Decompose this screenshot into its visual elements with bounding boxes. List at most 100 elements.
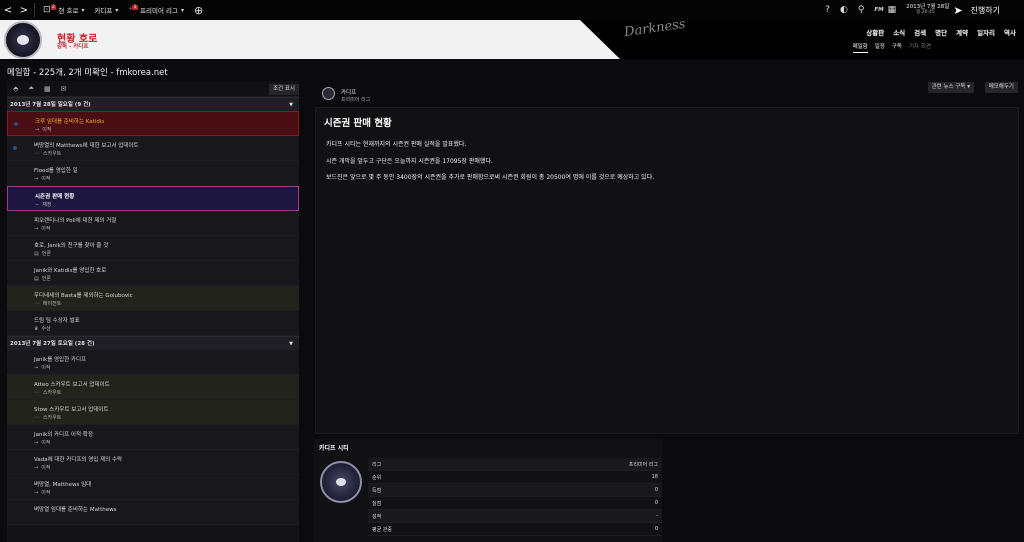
message-item[interactable]: Flood를 영입한 일 → 이적 — [7, 161, 299, 186]
club-info-title[interactable]: 카디프 시티 — [319, 443, 349, 452]
top-bar-right: ? ◐ ⚲ FM ▦ 2013년 7월 28일 일 20:45 ➤ 진행하기 — [825, 0, 1024, 20]
date-group-header[interactable]: 2013년 7월 27일 토요일 (28 건) ▼ — [7, 336, 299, 350]
top-bar: < > ⊡ 2 현 호로 ▾ 카디프 ▾ ⁺ 1 프리미어 리그 ▾ ⊕ ? ◐… — [0, 0, 1024, 20]
message-item[interactable]: 드림 팀 수상자 발표 ♛ 수상 — [7, 311, 299, 336]
date-group-header[interactable]: 2013년 7월 28일 일요일 (9 건) ▼ — [7, 97, 299, 111]
club-stat-row: 성적 - — [368, 510, 662, 523]
tab-inbox[interactable]: 메일함 — [852, 42, 868, 53]
message-item[interactable]: 벼망열 임대를 준비하는 Matthews — [7, 500, 299, 525]
tab-subscriptions[interactable]: 구독 — [892, 42, 902, 53]
collapse-icon[interactable]: ▼ — [289, 337, 293, 351]
message-category: → 이적 — [34, 175, 50, 182]
menu-league[interactable]: ⁺ 1 프리미어 리그 ▾ — [128, 4, 186, 15]
message-subject: 벼망열 임대를 준비하는 Matthews — [34, 507, 117, 513]
category-icon: ◦◦ — [34, 151, 40, 157]
sort-icon[interactable]: ⬘ — [13, 85, 18, 93]
collapse-icon[interactable]: ▼ — [289, 98, 293, 112]
category-icon: ◦◦ — [34, 390, 40, 396]
message-item[interactable]: 우디네세의 Basta를 제외하는 Golubovic ◦◦ 에이전트 — [7, 286, 299, 311]
category-label: 재정 — [42, 202, 52, 208]
message-item[interactable]: Janik를 영입한 카디프 → 이적 — [7, 350, 299, 375]
stat-value: 0 — [654, 526, 658, 532]
message-subject: Janik의 카디프 이적 확정 — [34, 432, 93, 438]
message-subject: Vada에 대한 카디프의 영입 제의 수락 — [34, 457, 123, 463]
article-paragraph: 시즌 개막을 앞두고 구단은 오늘까지 시즌권을 17095장 판매했다. — [326, 158, 493, 165]
club-crest[interactable] — [4, 21, 42, 59]
help-icon[interactable]: ? — [825, 5, 830, 15]
continue-label: 진행하기 — [970, 5, 1000, 15]
chevron-down-icon: ▾ — [180, 6, 184, 14]
message-subject: Janik와 Katidis를 영입한 호로 — [34, 268, 107, 274]
message-item[interactable]: 크루 임대를 준비하는 Katidis → 이적 — [7, 111, 299, 136]
club-info-box: 카디프 시티 리그 프리미어 리그 순위 18 득점 0 실점 0 성적 - 평균 관중 0 — [314, 439, 662, 542]
category-icon: → — [35, 127, 40, 133]
calendar-icon[interactable]: ▦ — [888, 5, 897, 15]
mail-icon[interactable]: ✉ — [61, 85, 67, 93]
message-item[interactable]: 피오렌티나의 Poli에 대한 제의 거절 → 이적 — [7, 211, 299, 236]
unread-indicator-icon — [13, 146, 17, 150]
sub-nav: 메일함 일정 구독 기자 회견 — [846, 42, 931, 53]
message-category: → 이적 — [34, 464, 50, 471]
message-item[interactable]: Stow 스카우트 보고서 업데이트 ◦◦ 스카우트 — [7, 400, 299, 425]
forward-button[interactable]: > — [16, 5, 32, 16]
category-label: 이적 — [42, 127, 52, 133]
chevron-down-icon: ▾ — [967, 84, 970, 90]
inbox-list-panel: ⬘ ⏶ ▦ ✉ 조건 표시 2013년 7월 28일 일요일 (9 건) ▼ 크루 … — [7, 81, 299, 542]
category-icon: → — [34, 365, 39, 371]
category-label: 이적 — [41, 490, 51, 496]
subscribe-news-button[interactable]: 관련 뉴스 구독 ▾ — [927, 82, 974, 93]
message-subject: Atteo 스카우트 보고서 업데이트 — [34, 382, 110, 388]
category-label: 이적 — [41, 465, 51, 471]
language-icon[interactable]: ◐ — [840, 5, 848, 15]
nav-squad[interactable]: 명단 — [935, 27, 947, 37]
message-category: ♛ 수상 — [34, 325, 51, 332]
category-label: 언론 — [41, 276, 51, 282]
category-label: 스카우트 — [42, 390, 62, 396]
game-date: 2013년 7월 28일 일 20:45 — [906, 4, 949, 16]
nav-search[interactable]: 검색 — [914, 27, 926, 37]
back-button[interactable]: < — [0, 5, 16, 16]
message-list: 2013년 7월 28일 일요일 (9 건) ▼ 크루 임대를 준비하는 Katid… — [7, 97, 299, 525]
nav-history[interactable]: 역사 — [1004, 27, 1016, 37]
tab-press-conference[interactable]: 기자 회견 — [909, 42, 931, 53]
category-label: 스카우트 — [42, 415, 62, 421]
show-filter-button[interactable]: 조건 표시 — [269, 84, 299, 95]
category-label: 수상 — [41, 326, 51, 332]
category-label: 이적 — [41, 176, 51, 182]
message-category: → 이적 — [34, 489, 50, 496]
search-icon[interactable]: ⚲ — [858, 5, 865, 15]
stat-label: 성적 — [372, 514, 382, 520]
nav-jobs[interactable]: 일자리 — [977, 27, 995, 37]
message-category: ◦◦ 스카우트 — [34, 389, 61, 396]
message-item[interactable]: Atteo 스카우트 보고서 업데이트 ◦◦ 스카우트 — [7, 375, 299, 400]
take-note-button[interactable]: 메모해두기 — [984, 82, 1018, 93]
category-icon: ∼ — [35, 202, 40, 208]
play-icon: ➤ — [953, 3, 963, 17]
menu-manager-label: 현 호로 — [58, 7, 79, 15]
menu-club[interactable]: 카디프 ▾ — [94, 5, 120, 16]
category-icon: ▤ — [34, 276, 39, 282]
article-title: 시즌권 판매 현황 — [324, 118, 392, 129]
world-button[interactable]: ⊕ — [194, 4, 205, 17]
fm-menu[interactable]: FM — [874, 7, 883, 13]
message-item[interactable]: 시즌권 판매 현황 ∼ 재정 — [7, 186, 299, 211]
nav-news[interactable]: 소식 — [893, 27, 905, 37]
message-item[interactable]: Janik와 Katidis를 영입한 호로 ▤ 언론 — [7, 261, 299, 286]
message-item[interactable]: 호로, Janik의 친구를 찾아 줄 것 ▤ 언론 — [7, 236, 299, 261]
game-time-text: 일 20:45 — [916, 10, 935, 15]
category-label: 이적 — [41, 226, 51, 232]
nav-contract[interactable]: 계약 — [956, 27, 968, 37]
continue-button[interactable]: ➤ 진행하기 — [953, 4, 1000, 17]
menu-manager[interactable]: ⊡ 2 현 호로 ▾ — [43, 4, 86, 15]
grid-icon[interactable]: ▦ — [44, 85, 51, 93]
message-item[interactable]: Janik의 카디프 이적 확정 → 이적 — [7, 425, 299, 450]
message-item[interactable]: 벼망열의 Matthews에 대한 보고서 업데이트 ◦◦ 스카우트 — [7, 136, 299, 161]
message-item[interactable]: 벼망열, Matthews 임대 → 이적 — [7, 475, 299, 500]
nav-overview[interactable]: 상황판 — [866, 27, 884, 37]
message-subject: 벼망열의 Matthews에 대한 보고서 업데이트 — [34, 143, 139, 149]
tab-schedule[interactable]: 일정 — [875, 42, 885, 53]
message-item[interactable]: Vada에 대한 카디프의 영입 제의 수락 → 이적 — [7, 450, 299, 475]
group-icon[interactable]: ⏶ — [28, 84, 34, 93]
message-subject: Flood를 영입한 일 — [34, 168, 78, 174]
inbox-toolbar: ⬘ ⏶ ▦ ✉ 조건 표시 — [7, 81, 299, 97]
